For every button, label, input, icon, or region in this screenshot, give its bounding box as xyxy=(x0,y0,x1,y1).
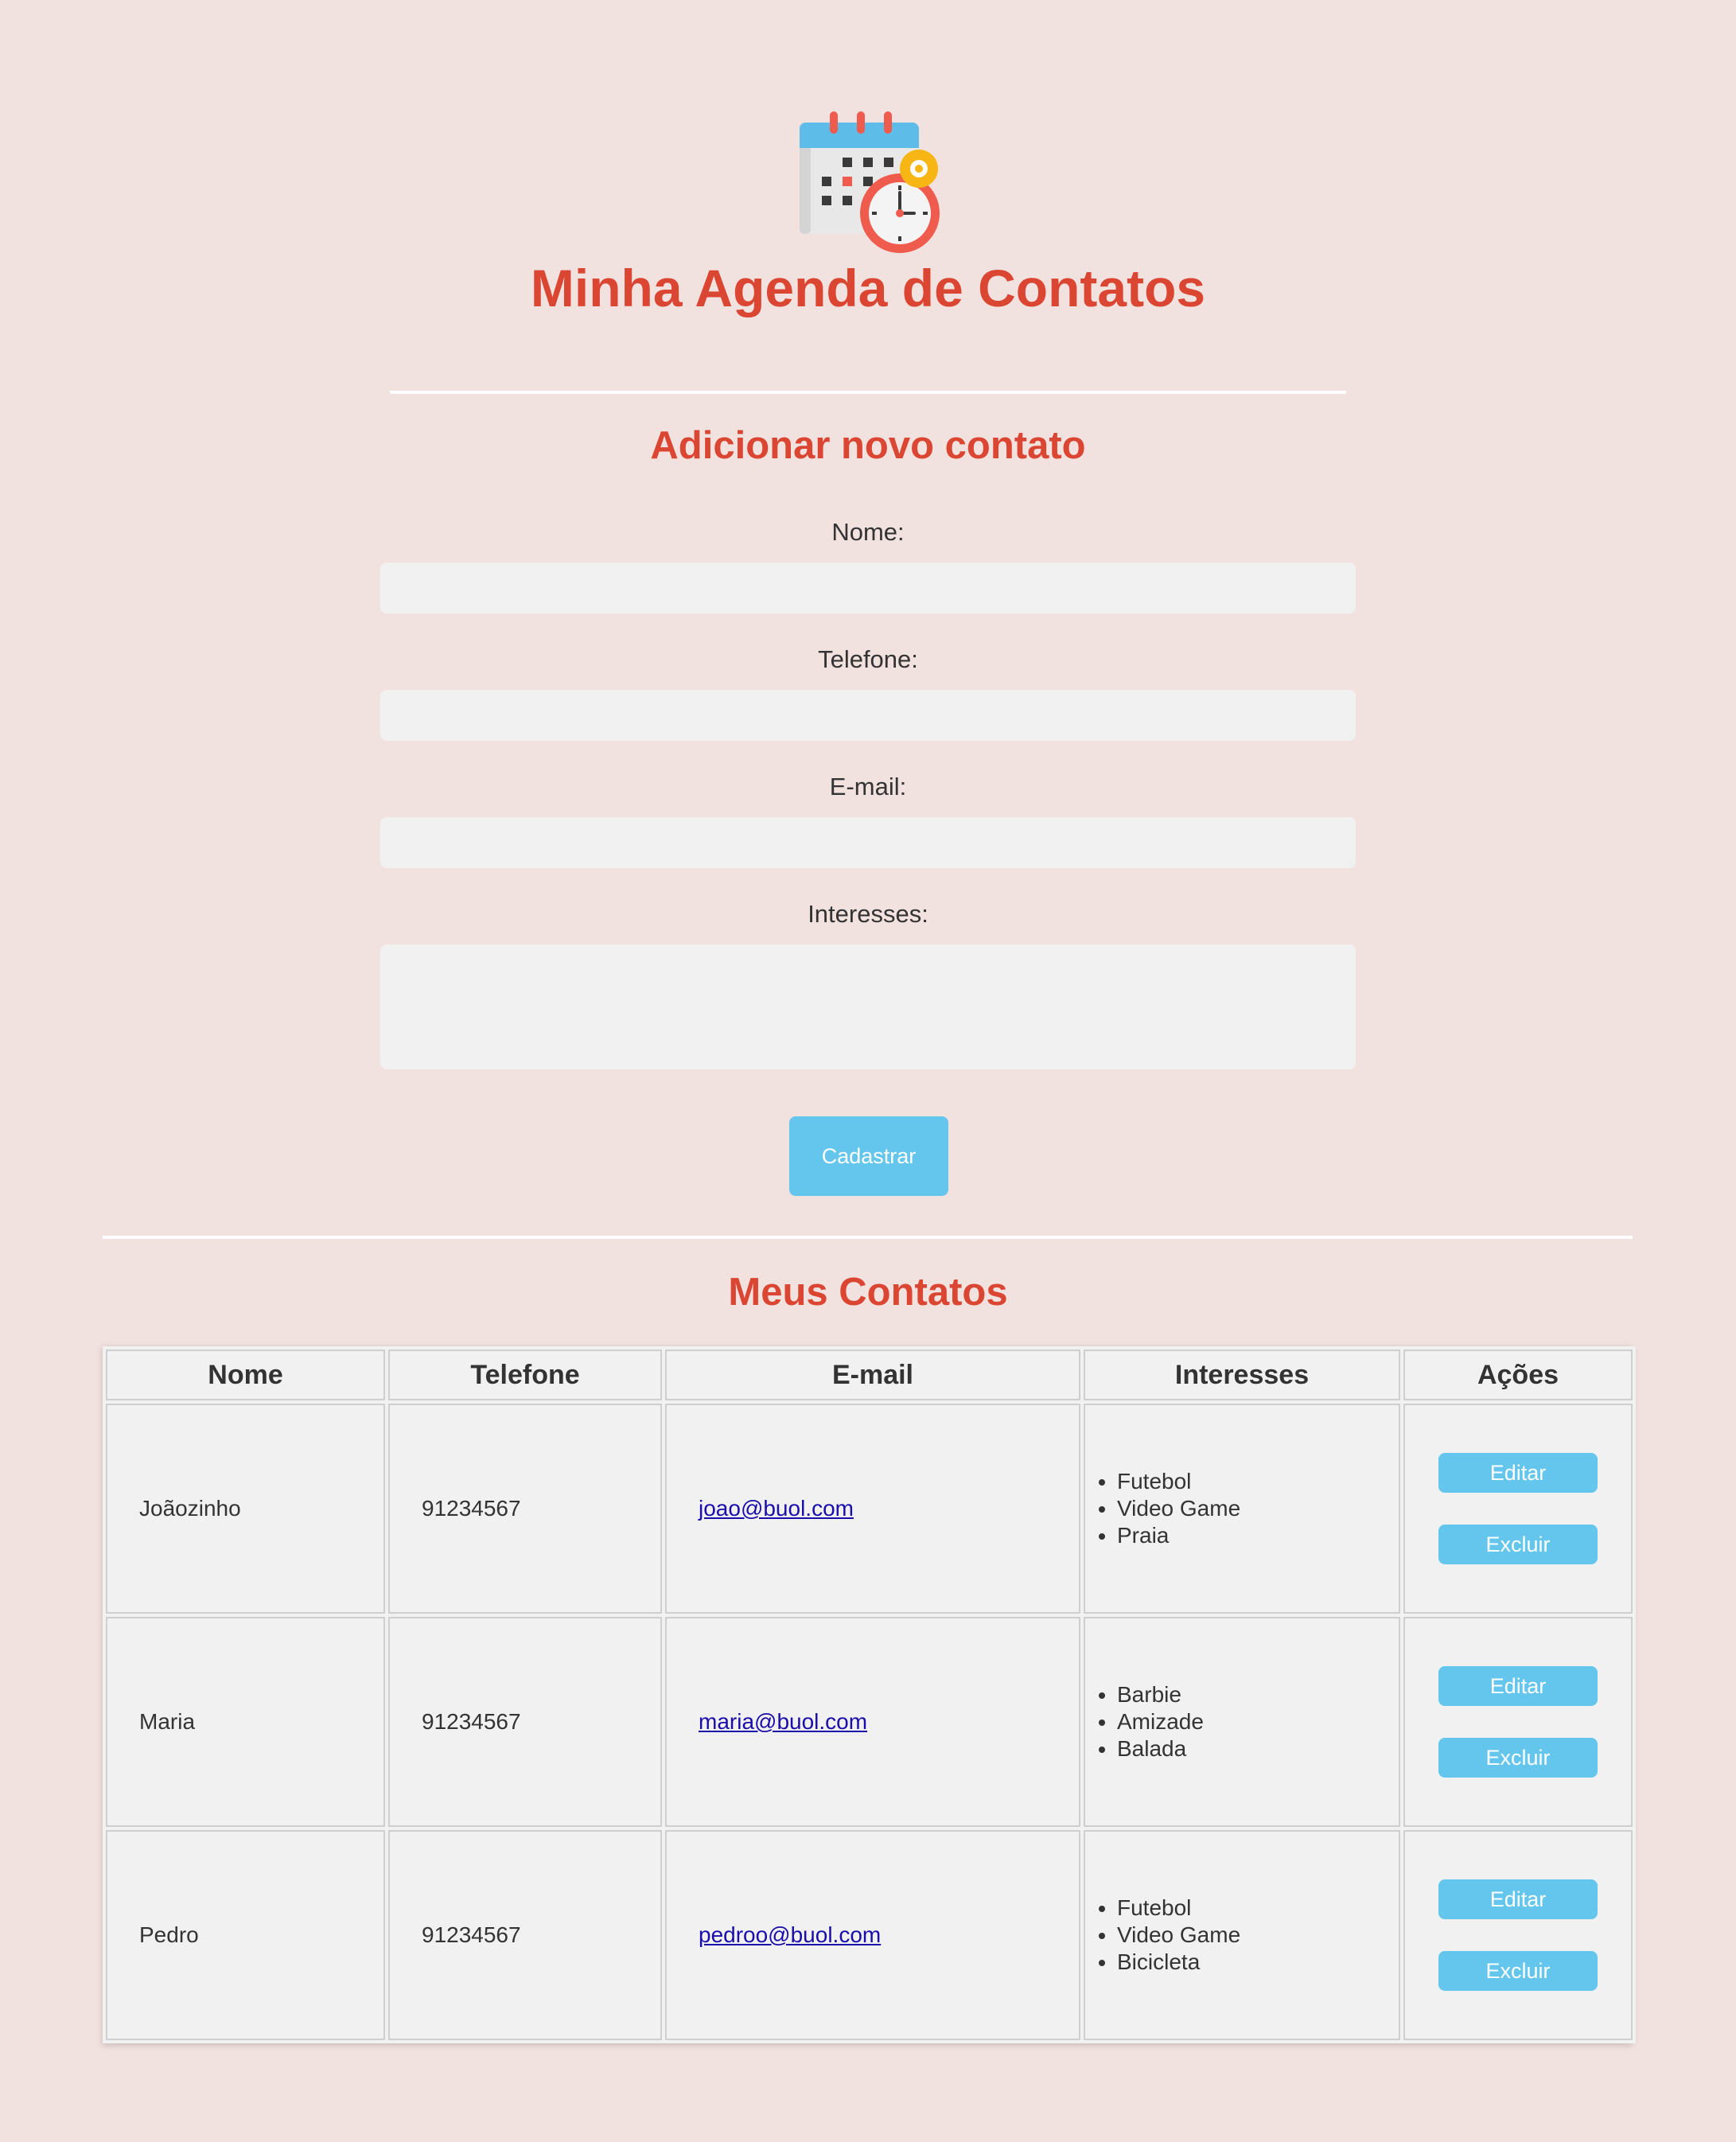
interests-list: Barbie Amizade Balada xyxy=(1085,1681,1399,1762)
interest-item: Balada xyxy=(1117,1735,1399,1762)
interest-item: Barbie xyxy=(1117,1681,1399,1708)
table-row: Pedro 91234567 pedroo@buol.com Futebol V… xyxy=(106,1830,1633,2040)
page-title: Minha Agenda de Contatos xyxy=(530,259,1206,317)
interest-item: Futebol xyxy=(1117,1468,1399,1495)
contact-name: Pedro xyxy=(106,1830,385,2040)
column-header-interests: Interesses xyxy=(1084,1349,1400,1400)
contacts-table: Nome Telefone E-mail Interesses Ações Jo… xyxy=(103,1346,1636,2043)
interest-item: Video Game xyxy=(1117,1922,1399,1949)
contact-email-link[interactable]: maria@buol.com xyxy=(699,1709,867,1734)
name-input[interactable] xyxy=(380,563,1356,613)
calendar-clock-icon xyxy=(800,111,940,253)
table-row: Maria 91234567 maria@buol.com Barbie Ami… xyxy=(106,1617,1633,1827)
contact-actions: Editar Excluir xyxy=(1403,1617,1633,1827)
interests-label: Interesses: xyxy=(808,900,928,928)
contacts-title: Meus Contatos xyxy=(728,1271,1008,1314)
form-title: Adicionar novo contato xyxy=(650,424,1086,467)
contact-actions: Editar Excluir xyxy=(1403,1830,1633,2040)
contacts-table-wrapper: Nome Telefone E-mail Interesses Ações Jo… xyxy=(103,1346,1636,2043)
contact-email-cell: pedroo@buol.com xyxy=(665,1830,1080,2040)
email-input[interactable] xyxy=(380,817,1356,868)
contact-interests: Barbie Amizade Balada xyxy=(1084,1617,1400,1827)
edit-button[interactable]: Editar xyxy=(1438,1453,1598,1493)
interest-item: Amizade xyxy=(1117,1708,1399,1735)
contact-email-link[interactable]: pedroo@buol.com xyxy=(699,1922,881,1947)
contact-phone: 91234567 xyxy=(388,1404,662,1614)
contact-email-cell: joao@buol.com xyxy=(665,1404,1080,1614)
contact-phone: 91234567 xyxy=(388,1830,662,2040)
column-header-phone: Telefone xyxy=(388,1349,662,1400)
divider-middle xyxy=(103,1236,1633,1239)
contact-name: Joãozinho xyxy=(106,1404,385,1614)
contact-phone: 91234567 xyxy=(388,1617,662,1827)
delete-button[interactable]: Excluir xyxy=(1438,1951,1598,1991)
contact-interests: Futebol Video Game Bicicleta xyxy=(1084,1830,1400,2040)
interest-item: Praia xyxy=(1117,1522,1399,1549)
register-button[interactable]: Cadastrar xyxy=(789,1116,948,1196)
delete-button[interactable]: Excluir xyxy=(1438,1738,1598,1778)
contact-email-link[interactable]: joao@buol.com xyxy=(699,1496,854,1521)
interest-item: Futebol xyxy=(1117,1895,1399,1922)
contact-interests: Futebol Video Game Praia xyxy=(1084,1404,1400,1614)
table-header-row: Nome Telefone E-mail Interesses Ações xyxy=(106,1349,1633,1400)
interest-item: Bicicleta xyxy=(1117,1949,1399,1976)
divider-top xyxy=(390,391,1346,394)
contact-actions: Editar Excluir xyxy=(1403,1404,1633,1614)
column-header-name: Nome xyxy=(106,1349,385,1400)
phone-input[interactable] xyxy=(380,690,1356,741)
table-row: Joãozinho 91234567 joao@buol.com Futebol… xyxy=(106,1404,1633,1614)
contact-name: Maria xyxy=(106,1617,385,1827)
column-header-email: E-mail xyxy=(665,1349,1080,1400)
interests-list: Futebol Video Game Praia xyxy=(1085,1468,1399,1549)
interest-item: Video Game xyxy=(1117,1495,1399,1522)
delete-button[interactable]: Excluir xyxy=(1438,1525,1598,1564)
email-label: E-mail: xyxy=(829,773,907,800)
interests-list: Futebol Video Game Bicicleta xyxy=(1085,1895,1399,1976)
interests-textarea[interactable] xyxy=(380,944,1356,1069)
name-label: Nome: xyxy=(831,518,905,546)
phone-label: Telefone: xyxy=(818,645,918,673)
column-header-actions: Ações xyxy=(1403,1349,1633,1400)
edit-button[interactable]: Editar xyxy=(1438,1879,1598,1919)
edit-button[interactable]: Editar xyxy=(1438,1666,1598,1706)
contact-email-cell: maria@buol.com xyxy=(665,1617,1080,1827)
